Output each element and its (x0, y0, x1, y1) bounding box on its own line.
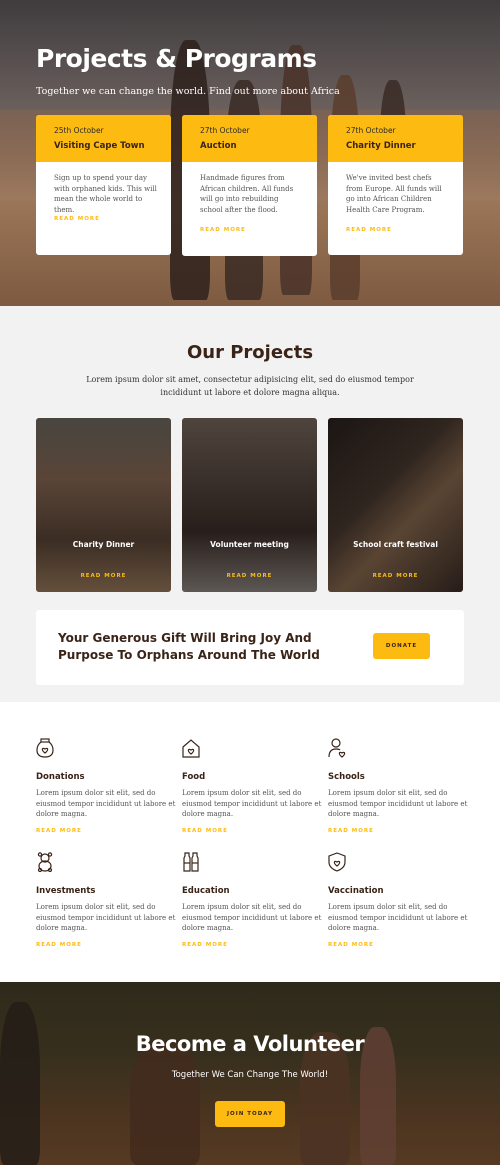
join-today-button[interactable]: JOIN TODAY (215, 1101, 285, 1127)
event-title[interactable]: Auction (200, 141, 317, 151)
event-title[interactable]: Visiting Cape Town (54, 141, 171, 151)
event-date: 27th October (346, 126, 396, 135)
feature-title: Food (182, 772, 206, 782)
event-card-header: 27th October Auction (182, 115, 317, 162)
page-title: Projects & Programs (36, 44, 317, 73)
hero-subtitle: Together we can change the world. Find o… (36, 86, 340, 97)
feature-description: Lorem ipsum dolor sit elit, sed do eiusm… (36, 903, 176, 932)
event-date: 27th October (200, 126, 250, 135)
feature-description: Lorem ipsum dolor sit elit, sed do eiusm… (328, 903, 468, 932)
read-more-link[interactable]: READ MORE (200, 227, 246, 233)
donation-jar-icon (36, 738, 54, 758)
read-more-link[interactable]: READ MORE (81, 573, 127, 579)
project-title: Charity Dinner (72, 540, 135, 549)
features-section: Donations Lorem ipsum dolor sit elit, se… (0, 702, 500, 982)
feature-description: Lorem ipsum dolor sit elit, sed do eiusm… (182, 789, 322, 818)
read-more-link[interactable]: READ MORE (227, 573, 273, 579)
feature-description: Lorem ipsum dolor sit elit, sed do eiusm… (328, 789, 468, 818)
volunteer-subtitle: Together We Can Change The World! (171, 1070, 329, 1080)
feature-description: Lorem ipsum dolor sit elit, sed do eiusm… (182, 903, 322, 932)
event-description: Sign up to spend your day with orphaned … (54, 174, 157, 214)
donation-banner-text: Your Generous Gift Will Bring Joy And Pu… (58, 631, 320, 662)
feature-title: Donations (36, 772, 85, 782)
feature-title: Schools (328, 772, 365, 782)
read-more-link[interactable]: READ MORE (36, 942, 176, 948)
event-card-header: 25th October Visiting Cape Town (36, 115, 171, 162)
event-card: 27th October Charity Dinner We've invite… (328, 115, 463, 255)
event-description: Handmade figures from African children. … (200, 174, 294, 214)
projects-heading: Our Projects (186, 342, 314, 363)
event-card: 25th October Visiting Cape Town Sign up … (36, 115, 171, 255)
project-title: School craft festival (353, 540, 438, 549)
house-heart-icon (182, 739, 200, 758)
read-more-link[interactable]: READ MORE (328, 942, 468, 948)
project-title: Volunteer meeting (210, 540, 289, 549)
volunteer-section: Become a Volunteer Together We Can Chang… (0, 982, 500, 1165)
feature-title: Education (182, 886, 230, 896)
read-more-link[interactable]: READ MORE (54, 216, 100, 222)
event-card-header: 27th October Charity Dinner (328, 115, 463, 162)
read-more-link[interactable]: READ MORE (182, 942, 322, 948)
feature-item: Investments Lorem ipsum dolor sit elit, … (36, 852, 176, 948)
project-card[interactable]: School craft festival READ MORE (328, 418, 463, 592)
projects-lead: Lorem ipsum dolor sit amet, consectetur … (86, 375, 414, 397)
project-card[interactable]: Volunteer meeting READ MORE (182, 418, 317, 592)
event-description: We've invited best chefs from Europe. Al… (346, 174, 442, 214)
donation-banner: Your Generous Gift Will Bring Joy And Pu… (36, 610, 464, 685)
project-link-wrap: READ MORE (328, 562, 463, 581)
read-more-link[interactable]: READ MORE (373, 573, 419, 579)
event-date: 25th October (54, 126, 104, 135)
feature-item: Vaccination Lorem ipsum dolor sit elit, … (328, 852, 468, 948)
shield-heart-icon (328, 852, 346, 872)
event-title[interactable]: Charity Dinner (346, 141, 463, 151)
feature-item: Schools Lorem ipsum dolor sit elit, sed … (328, 738, 468, 834)
read-more-link[interactable]: READ MORE (182, 828, 322, 834)
feature-item: Donations Lorem ipsum dolor sit elit, se… (36, 738, 176, 834)
volunteer-heading: Become a Volunteer (135, 1032, 365, 1056)
donate-button[interactable]: DONATE (373, 633, 430, 659)
event-card: 27th October Auction Handmade figures fr… (182, 115, 317, 256)
feature-item: Food Lorem ipsum dolor sit elit, sed do … (182, 738, 322, 834)
read-more-link[interactable]: READ MORE (36, 828, 176, 834)
person-heart-icon (328, 738, 346, 758)
read-more-link[interactable]: READ MORE (328, 828, 468, 834)
feature-description: Lorem ipsum dolor sit elit, sed do eiusm… (36, 789, 176, 818)
read-more-link[interactable]: READ MORE (346, 227, 392, 233)
feature-title: Investments (36, 886, 96, 896)
hero-section: Projects & Programs Together we can chan… (0, 0, 500, 306)
feature-title: Vaccination (328, 886, 384, 896)
feature-item: Education Lorem ipsum dolor sit elit, se… (182, 852, 322, 948)
project-card[interactable]: Charity Dinner READ MORE (36, 418, 171, 592)
project-link-wrap: READ MORE (182, 562, 317, 581)
teddy-bear-icon (37, 852, 53, 872)
bottles-icon (183, 852, 199, 872)
project-link-wrap: READ MORE (36, 562, 171, 581)
